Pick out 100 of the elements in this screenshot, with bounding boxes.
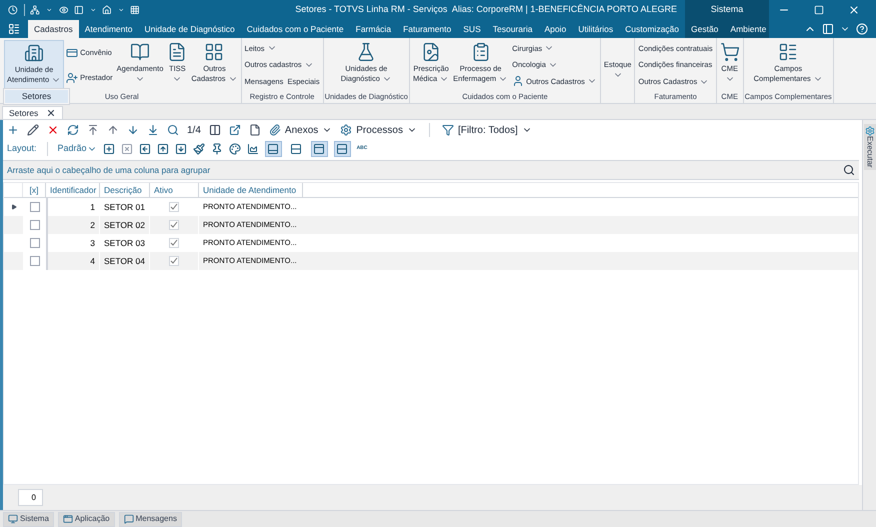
column-header[interactable]: Ativo xyxy=(150,183,199,197)
download-icon[interactable] xyxy=(174,143,187,155)
card-icon xyxy=(66,46,78,58)
view-toggle[interactable] xyxy=(264,141,282,157)
column-header[interactable]: Identificador xyxy=(46,183,100,197)
checkbox[interactable] xyxy=(30,238,40,248)
processes-button[interactable]: Processos xyxy=(340,122,417,138)
columns-icon[interactable] xyxy=(208,124,221,136)
document-icon xyxy=(421,42,442,62)
document-icon[interactable] xyxy=(248,124,261,136)
help-icon[interactable] xyxy=(856,23,868,35)
previous-record-icon[interactable] xyxy=(107,124,119,136)
checkbox[interactable] xyxy=(30,256,40,266)
gear-icon xyxy=(340,124,352,136)
caret-icon[interactable] xyxy=(46,6,53,14)
window-title: Setores - TOTVS Linha RM - Serviços Alias: CorporeRM | 1-BENEFICÊNCIA PORTO ALEGRE xyxy=(294,3,678,16)
refresh-icon[interactable] xyxy=(67,124,79,136)
filter-icon xyxy=(442,124,454,136)
maximize-icon[interactable] xyxy=(814,5,824,15)
caret-icon[interactable] xyxy=(118,6,124,14)
menu-tab[interactable]: Cuidados com o Paciente xyxy=(240,20,350,38)
grid-icon[interactable] xyxy=(130,4,140,16)
view-toggle[interactable] xyxy=(334,141,351,157)
return-icon[interactable] xyxy=(138,143,151,155)
status-tab[interactable]: Mensagens xyxy=(118,512,182,526)
paperclip-icon xyxy=(268,124,281,136)
system-section-label: Sistema xyxy=(710,3,744,16)
edit-icon[interactable] xyxy=(27,124,39,136)
last-record-icon[interactable] xyxy=(147,124,159,136)
add-row-icon[interactable] xyxy=(102,143,115,155)
menu-tab[interactable]: Tesouraria xyxy=(486,20,538,38)
export-icon[interactable] xyxy=(228,124,241,136)
monitor-icon xyxy=(8,514,18,524)
rows-icon xyxy=(336,143,348,155)
building-icon xyxy=(24,43,44,63)
network-icon[interactable] xyxy=(30,4,40,16)
palette-icon[interactable] xyxy=(228,143,241,155)
menu-tab[interactable]: Atendimento xyxy=(78,20,138,38)
form-icon xyxy=(778,42,798,62)
pin-icon[interactable] xyxy=(210,143,223,155)
column-header[interactable]: Descrição xyxy=(100,183,150,197)
flask-icon xyxy=(356,42,376,62)
document-icon xyxy=(167,42,188,62)
menu-icon[interactable] xyxy=(8,23,20,35)
first-record-icon[interactable] xyxy=(87,124,99,136)
upload-icon[interactable] xyxy=(156,143,169,155)
delete-row-icon[interactable] xyxy=(120,143,133,155)
next-record-icon[interactable] xyxy=(127,124,139,136)
panel-top-icon xyxy=(313,143,326,155)
search-icon[interactable] xyxy=(167,124,179,136)
filter-button[interactable]: [Filtro: Todos] xyxy=(442,122,532,138)
count-field: 0 xyxy=(18,489,43,506)
search-icon[interactable] xyxy=(843,164,855,176)
home-icon[interactable] xyxy=(102,4,112,16)
menu-tab[interactable]: Cadastros xyxy=(28,20,79,38)
view-toggle[interactable] xyxy=(310,141,328,157)
close-icon[interactable] xyxy=(848,4,860,16)
column-header[interactable]: [x] xyxy=(23,183,46,197)
chart-icon[interactable] xyxy=(246,143,259,155)
menu-tab[interactable]: SUS xyxy=(457,20,487,38)
caret-icon[interactable] xyxy=(90,6,96,14)
person-icon xyxy=(512,75,524,88)
delete-icon[interactable] xyxy=(47,124,59,136)
menu-tab[interactable]: Customização xyxy=(619,20,685,38)
table-cell: SETOR 04 xyxy=(100,252,150,270)
document-tab[interactable]: Setores xyxy=(2,106,64,119)
group-panel-hint: Arraste aqui o cabeçalho de uma coluna para agrupar xyxy=(7,164,210,176)
close-icon[interactable] xyxy=(46,108,56,118)
menu-tab[interactable]: Ambiente xyxy=(724,20,772,38)
menu-tab[interactable]: Unidade de Diagnóstico xyxy=(138,20,241,38)
menu-tab[interactable]: Apoio xyxy=(538,20,572,38)
current-row-icon xyxy=(10,204,16,210)
menu-item[interactable]: Setores xyxy=(5,90,68,103)
table-cell: 4 xyxy=(46,252,100,270)
user-add-icon xyxy=(66,72,78,84)
column-header[interactable]: Unidade de Atendimento xyxy=(199,183,303,197)
app-logo-icon[interactable] xyxy=(8,4,18,16)
gear-icon xyxy=(864,126,874,136)
status-tab[interactable]: Aplicação xyxy=(58,512,115,526)
add-icon[interactable] xyxy=(7,124,19,136)
menu-tab[interactable]: Farmácia xyxy=(350,20,398,38)
side-panel-tab[interactable]: Executar xyxy=(864,124,876,170)
checkbox[interactable] xyxy=(30,202,40,212)
grid-icon xyxy=(204,42,224,62)
menu-tab[interactable]: Gestão xyxy=(685,20,724,38)
view-icon[interactable] xyxy=(58,4,68,16)
layout-select[interactable]: Padrão xyxy=(58,142,97,156)
attachments-button[interactable]: Anexos xyxy=(268,122,332,138)
layout-icon[interactable] xyxy=(822,23,834,35)
window-icon xyxy=(62,514,73,524)
panel-bottom-icon xyxy=(267,143,280,155)
menu-tab[interactable]: Faturamento xyxy=(397,20,458,38)
layout-label: Layout: xyxy=(7,142,37,156)
menu-tab[interactable]: Utilitários xyxy=(572,20,620,38)
checkbox[interactable] xyxy=(30,220,40,230)
message-icon xyxy=(124,514,134,524)
record-position: 1/4 xyxy=(187,124,201,138)
window-icon[interactable] xyxy=(74,4,84,16)
rows-icon xyxy=(290,143,302,155)
status-tab[interactable]: Sistema xyxy=(3,512,54,526)
